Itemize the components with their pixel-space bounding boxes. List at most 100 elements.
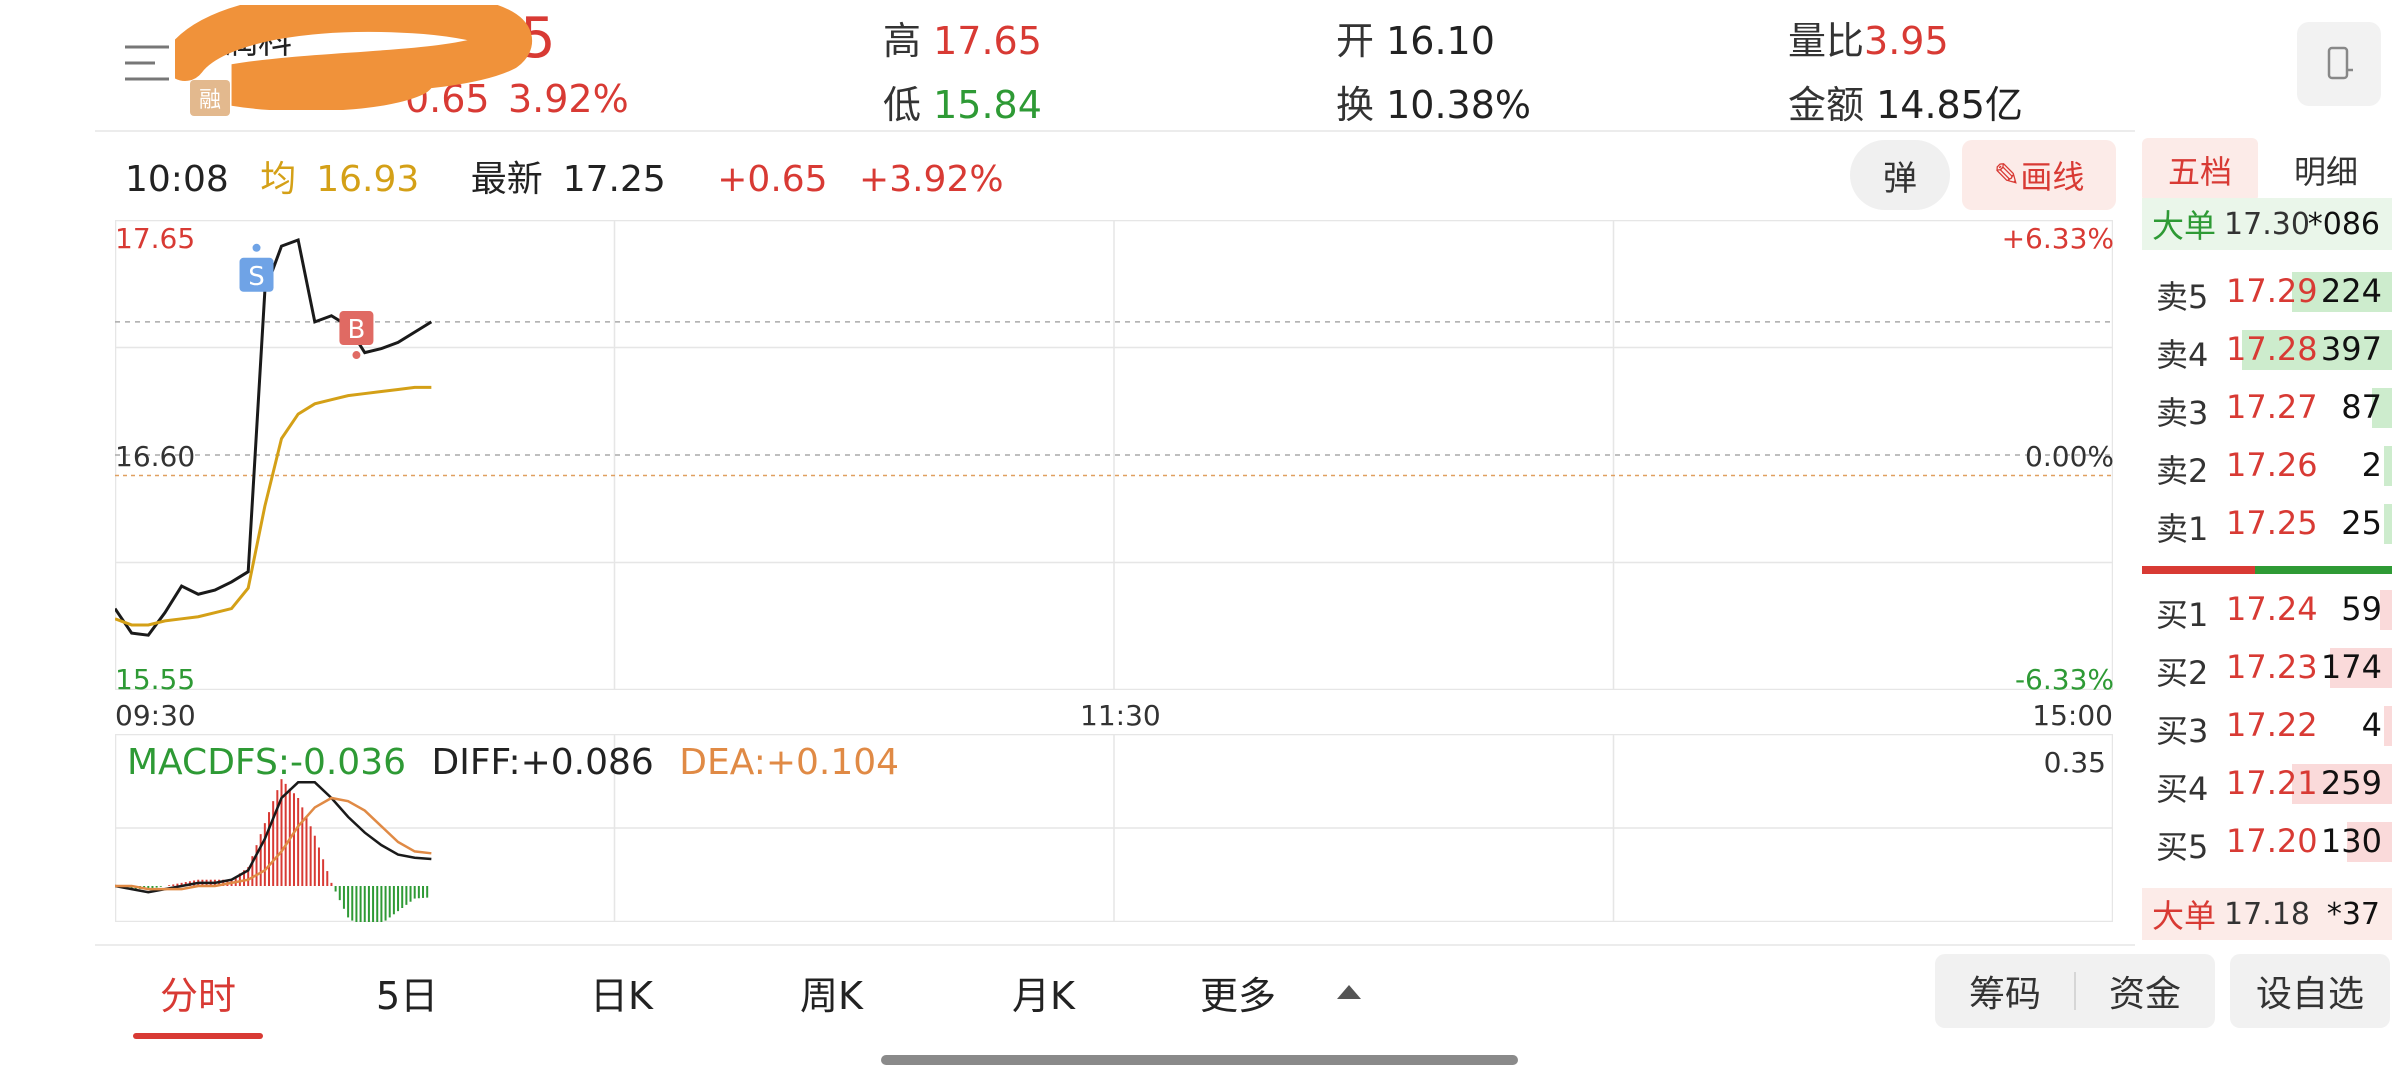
- orderbook-label: 买1: [2156, 596, 2209, 634]
- expand-up-icon[interactable]: [1337, 985, 1361, 999]
- marker-label: B: [348, 315, 366, 345]
- orderbook-price: 17.20: [2226, 822, 2318, 860]
- tab-daily-k[interactable]: 日K: [590, 965, 653, 1020]
- chip-fund-button-group: 筹码 资金: [1935, 954, 2215, 1028]
- orderbook-price: 17.29: [2226, 272, 2318, 310]
- marker-label: S: [248, 262, 265, 292]
- status-change-percent: +3.92%: [859, 159, 1004, 200]
- chips-button[interactable]: 筹码: [1935, 954, 2075, 1028]
- ask-row-1[interactable]: 卖1 17.25 25: [2142, 494, 2392, 552]
- turnover-stat: 换 10.38%: [1336, 83, 1532, 127]
- y-right-bottom-label: -6.33%: [2014, 663, 2114, 696]
- phone-icon: [2327, 46, 2353, 80]
- x-tick-end: 15:00: [2032, 699, 2113, 732]
- ask-row-5[interactable]: 卖5 17.29 224: [2142, 262, 2392, 320]
- tab-details[interactable]: 明细: [2260, 138, 2392, 202]
- x-tick-start: 09:30: [115, 699, 196, 732]
- orderbook-label: 卖2: [2156, 452, 2209, 490]
- orderbook-price: 17.21: [2226, 764, 2318, 802]
- draw-line-button[interactable]: ✎ 画线: [1962, 140, 2116, 210]
- orderbook-label: 买3: [2156, 712, 2209, 750]
- orderbook-price: 17.25: [2226, 504, 2318, 542]
- orderbook-vol: 87: [2341, 388, 2382, 426]
- avg-price-line: [115, 385, 432, 627]
- orderbook-price: 17.26: [2226, 446, 2318, 484]
- tab-five-levels[interactable]: 五档: [2142, 138, 2258, 202]
- macdfs-label: MACDFS:-0.036: [127, 742, 407, 783]
- ask-row-4[interactable]: 卖4 17.28 397: [2142, 320, 2392, 378]
- orderbook-label: 卖5: [2156, 278, 2209, 316]
- volume-bar: [2384, 706, 2392, 746]
- y-right-mid-label: 0.00%: [2025, 440, 2114, 473]
- ask-row-2[interactable]: 卖2 17.26 2: [2142, 436, 2392, 494]
- orderbook-vol: 224: [2320, 272, 2382, 310]
- orderbook-label: 卖1: [2156, 510, 2209, 548]
- pencil-icon: ✎: [1993, 156, 2021, 194]
- marker-dot: [252, 243, 261, 252]
- tab-weekly-k[interactable]: 周K: [800, 965, 863, 1020]
- orderbook-label: 卖4: [2156, 336, 2209, 374]
- marker-dot: [352, 351, 361, 360]
- volume-bar: [2384, 446, 2392, 486]
- macd-top-label: 0.35: [2043, 746, 2106, 779]
- latest-price: 最新 17.25: [470, 159, 666, 200]
- tab-monthly-k[interactable]: 月K: [1012, 965, 1075, 1020]
- y-left-bottom-label: 15.55: [115, 663, 196, 696]
- diff-label: DIFF:+0.086: [431, 742, 654, 783]
- redaction-scribble: [175, 5, 532, 110]
- orderbook-label: 买4: [2156, 770, 2209, 808]
- bid-row-1[interactable]: 买1 17.24 59: [2142, 580, 2392, 638]
- ask-row-3[interactable]: 卖3 17.27 87: [2142, 378, 2392, 436]
- macd-legend: MACDFS:-0.036 DIFF:+0.086 DEA:+0.104: [127, 742, 913, 783]
- orderbook-price: 17.28: [2226, 330, 2318, 368]
- orderbook-price: 17.27: [2226, 388, 2318, 426]
- volume-bar: [2384, 504, 2392, 544]
- popup-button[interactable]: 弹: [1850, 140, 1950, 210]
- bid-row-4[interactable]: 买4 17.21 259: [2142, 754, 2392, 812]
- orderbook-vol: 25: [2341, 504, 2382, 542]
- amount-stat: 金额 14.85亿: [1788, 83, 2023, 127]
- buy-sell-ratio-bar: [2142, 566, 2392, 574]
- sell-ratio-fill: [2254, 566, 2392, 574]
- bottom-divider: [95, 944, 2135, 946]
- buy-ratio-fill: [2142, 566, 2255, 574]
- tab-intraday[interactable]: 分时: [160, 965, 236, 1020]
- bid-row-3[interactable]: 买3 17.22 4: [2142, 696, 2392, 754]
- active-tab-underline: [133, 1033, 263, 1039]
- menu-icon[interactable]: [125, 43, 169, 83]
- y-left-top-label: 17.65: [115, 222, 196, 255]
- tab-more[interactable]: 更多: [1200, 965, 1276, 1020]
- x-tick-mid: 11:30: [1080, 699, 1161, 732]
- intraday-chart[interactable]: SB: [115, 220, 2113, 690]
- orderbook-label: 买5: [2156, 828, 2209, 866]
- orderbook-label: 买2: [2156, 654, 2209, 692]
- status-time: 10:08: [125, 159, 229, 200]
- orderbook-vol: 4: [2361, 706, 2382, 744]
- orderbook-label: 卖3: [2156, 394, 2209, 432]
- dea-label: DEA:+0.104: [679, 742, 900, 783]
- device-toggle-button[interactable]: [2297, 22, 2381, 106]
- bid-row-5[interactable]: 买5 17.20 130: [2142, 812, 2392, 870]
- status-row: 10:08 均 16.93 最新 17.25 +0.65 +3.92%: [125, 150, 1024, 202]
- tab-5day[interactable]: 5日: [376, 965, 438, 1020]
- funds-button[interactable]: 资金: [2075, 954, 2215, 1028]
- orderbook-vol: 2: [2361, 446, 2382, 484]
- orderbook-vol: 174: [2320, 648, 2382, 686]
- low-stat: 低 15.84: [883, 83, 1042, 127]
- bid-row-2[interactable]: 买2 17.23 174: [2142, 638, 2392, 696]
- y-left-mid-label: 16.60: [115, 440, 196, 473]
- orderbook-price: 17.22: [2226, 706, 2318, 744]
- price-line: [115, 237, 433, 637]
- add-watchlist-button[interactable]: 设自选: [2230, 954, 2390, 1028]
- status-change-amount: +0.65: [717, 159, 828, 200]
- big-order-top: 大单 17.30 *086: [2142, 198, 2392, 250]
- orderbook-vol: 397: [2320, 330, 2382, 368]
- header-divider: [95, 130, 2135, 132]
- high-stat: 高 17.65: [883, 19, 1042, 63]
- orderbook-tabs: 五档 明细: [2142, 138, 2392, 202]
- orderbook-vol: 259: [2320, 764, 2382, 802]
- sell-marker: S: [239, 243, 274, 292]
- orderbook-price: 17.23: [2226, 648, 2318, 686]
- home-indicator: [881, 1055, 1518, 1065]
- avg-price: 均 16.93: [260, 159, 420, 200]
